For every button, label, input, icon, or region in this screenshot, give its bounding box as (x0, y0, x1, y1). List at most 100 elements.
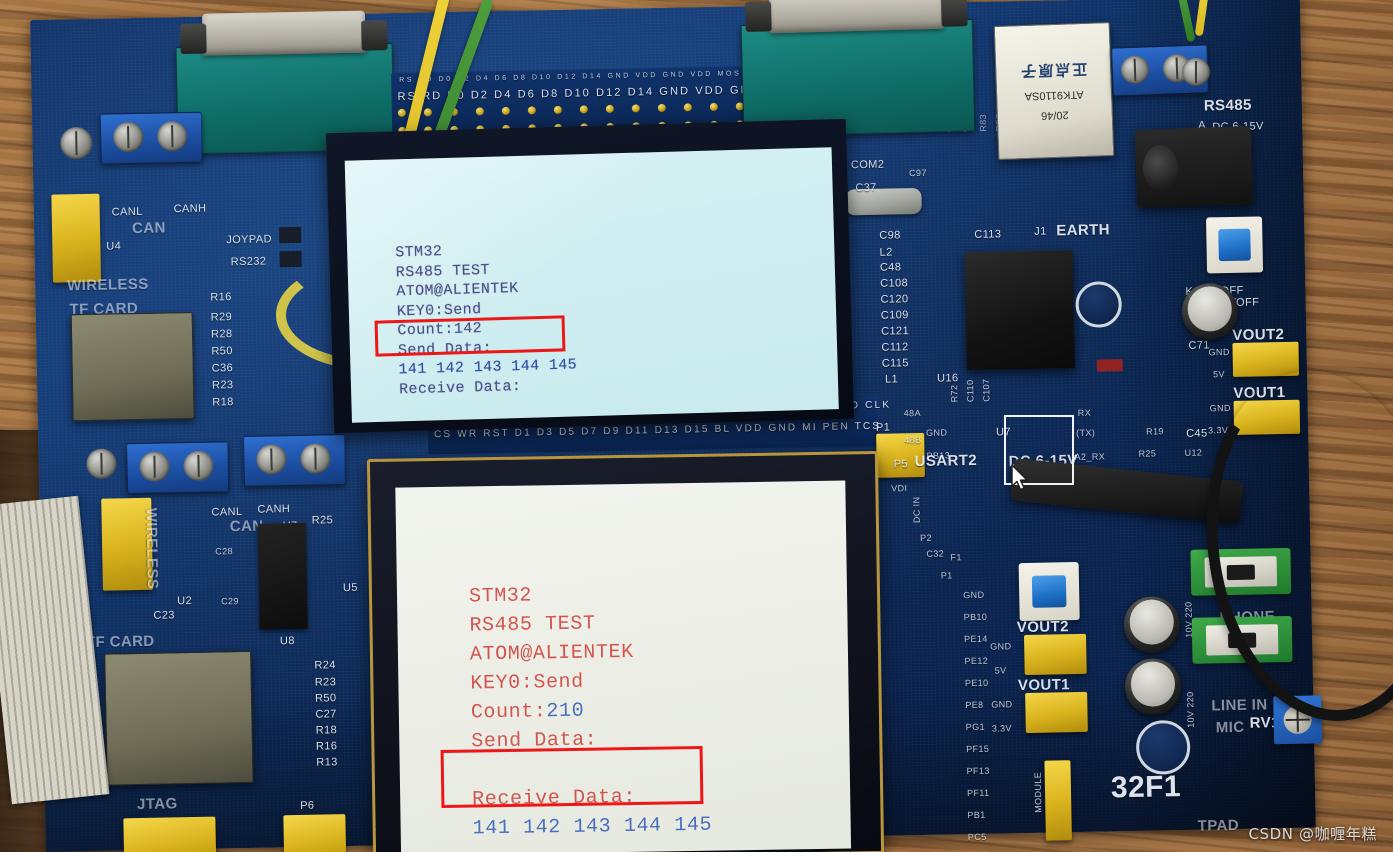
silk-u4: U4 (106, 240, 122, 253)
push-button-k2 (1206, 216, 1264, 274)
lcd-bot-line-8: 141 142 143 144 145 (472, 813, 713, 841)
db9-connector-top-right (740, 0, 976, 138)
silk-c113: C113 (974, 228, 1002, 241)
screw-terminal-mid-left-b (243, 434, 346, 486)
upper-lcd-screen: STM32 RS485 TEST ATOM@ALIENTEK KEY0:Send… (344, 147, 839, 423)
terminal-screw (256, 444, 287, 475)
silk-tx: (TX) (1076, 427, 1096, 438)
mouse-cursor-icon (1011, 464, 1028, 491)
db9-post-right (940, 0, 968, 27)
silk-c121: C121 (881, 325, 910, 338)
silk-gpio2-pe12: PE12 (964, 655, 989, 667)
silk-r23: R23 (211, 379, 234, 392)
jumper-block-rs232 (279, 250, 302, 268)
screw-terminal-mid-left-a (126, 441, 230, 494)
silk-c32: C32 (926, 548, 945, 559)
vout2-header-mid (1023, 633, 1087, 676)
jumper-block-joypad (279, 226, 302, 244)
silk-com2: COM2 (850, 158, 885, 172)
silk-48a: 48A (903, 407, 922, 419)
silk-earth: EARTH (1056, 221, 1111, 240)
silk-c36: C36 (211, 362, 234, 375)
silk-f1: F1 (950, 552, 962, 563)
p6-header (283, 814, 347, 852)
stm32-mcu-chip (964, 250, 1075, 371)
receive-data-highlight-box (440, 745, 704, 809)
p1-header (876, 432, 925, 478)
ethernet-module-atk9110sa: 20/46 ATK9110SA 正点原子 (993, 22, 1115, 160)
lcd-bot-count-label: Count: (470, 700, 547, 725)
silk-u2: U2 (177, 594, 193, 608)
silk-p1-pb13: PB13 (926, 450, 951, 461)
screenshot-root: CANL CANH CAN U4 WIRELESS TF CARD JOYPAD… (0, 0, 1393, 852)
can-transceiver-ic (257, 522, 308, 630)
silk-c110: C110 (965, 379, 976, 403)
module-batch: 20/46 (1040, 109, 1069, 122)
jtag-header (123, 816, 217, 852)
silk-c29: C29 (221, 596, 240, 607)
cap-top (1128, 599, 1175, 646)
silk-r18: R18 (212, 396, 234, 409)
silk-u5: U5 (342, 581, 358, 595)
silk-gnd-mid-1: GND (990, 641, 1012, 652)
mounting-hole-top-left (60, 126, 93, 160)
button-cap (1218, 228, 1251, 261)
silk-l2: L2 (879, 246, 893, 259)
silk-l1: L1 (884, 373, 899, 386)
button-cap (1032, 574, 1067, 609)
silk-p1-gnd: GND (925, 427, 948, 438)
smd-led-red (1096, 359, 1123, 372)
lcd-bot-line-1: RS485 TEST (469, 612, 596, 638)
silk-u16: U16 (936, 372, 959, 385)
silk-r24: R24 (314, 659, 336, 672)
terminal-screw (139, 451, 170, 482)
db9-post-right (361, 20, 388, 51)
lcd-bot-line-0: STM32 (468, 584, 533, 609)
silk-r50: R50 (211, 345, 233, 358)
silk-c97: C97 (909, 167, 927, 179)
silk-joypad: JOYPAD (226, 233, 272, 247)
lcd-bot-line-3: KEY0:Send (470, 670, 585, 696)
silk-tf-card-2: TF CARD (85, 632, 155, 652)
silk-rx-upper: RX (1077, 407, 1092, 418)
silk-canh-1: CANH (173, 202, 207, 216)
cap-top (1130, 661, 1176, 708)
module-brand: 正点原子 (1018, 60, 1088, 80)
silk-canh-2: CANH (257, 503, 291, 516)
vout2-header-right (1232, 341, 1300, 377)
silk-canl-2: CANL (211, 506, 243, 519)
silk-c108: C108 (880, 277, 909, 290)
mounting-hole-top-right (1182, 58, 1210, 86)
silk-gpio2-pb10: PB10 (963, 611, 988, 623)
terminal-screw (156, 121, 188, 152)
silk-can-1: CAN (131, 219, 166, 238)
wireless-header-bottom (101, 497, 153, 591)
silk-r25-left: R25 (311, 514, 334, 527)
wireless-header-top (51, 193, 102, 283)
module-label: 20/46 ATK9110SA 正点原子 (995, 23, 1114, 159)
silk-c28: C28 (215, 546, 234, 557)
jack-barrel (1142, 144, 1179, 193)
mounting-hole-mid-left (86, 448, 117, 479)
silk-c112: C112 (881, 341, 909, 354)
silk-u8: U8 (279, 635, 295, 648)
silk-gpio2-pe14: PE14 (963, 633, 988, 645)
silk-a2-rx: A2_RX (1074, 451, 1106, 463)
silk-r29: R29 (210, 311, 233, 324)
vout1-header-mid (1025, 691, 1088, 734)
silk-dc-in: DC IN (911, 496, 922, 524)
silk-r72: R72 (949, 384, 960, 403)
silk-c109: C109 (880, 309, 909, 322)
push-button-k1 (1018, 561, 1080, 622)
terminal-screw (112, 121, 144, 153)
db9-shell (201, 10, 366, 56)
crystal-oscillator (845, 187, 922, 216)
terminal-screw (300, 443, 331, 474)
db9-post-left (180, 23, 207, 55)
silk-p1b: P1 (940, 570, 953, 581)
tf-card-slot-bottom (104, 650, 254, 786)
lcd-bot-count-value: 210 (546, 699, 585, 724)
screw-terminal-top-left (99, 111, 203, 164)
module-part: ATK9110SA (1024, 88, 1084, 103)
cap-top (1186, 286, 1233, 332)
